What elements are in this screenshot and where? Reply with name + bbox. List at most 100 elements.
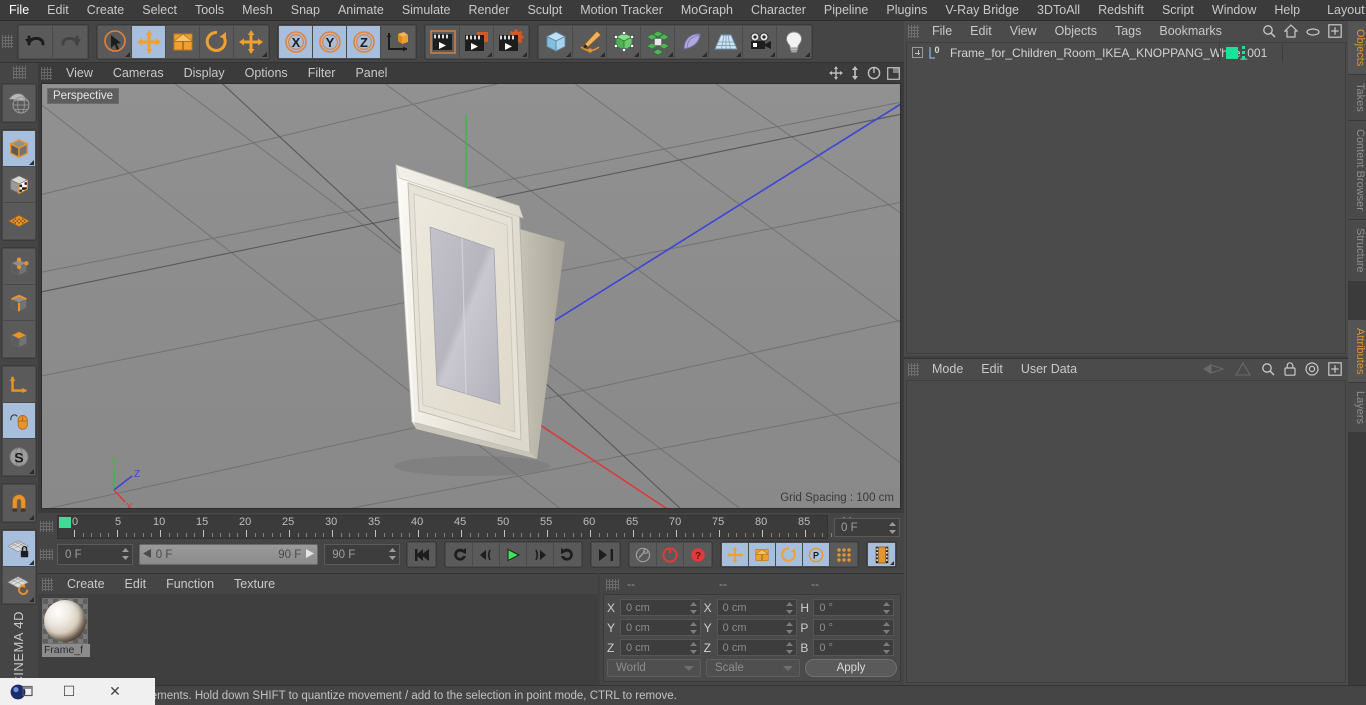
menu-render[interactable]: Render (459, 0, 518, 20)
range-right-arrow-icon[interactable] (305, 548, 315, 561)
vertical-tab-attributes[interactable]: Attributes (1348, 319, 1366, 384)
position-y-input[interactable]: 0 cm (620, 619, 701, 636)
material-list[interactable]: Frame_f (38, 594, 598, 685)
deformers-button[interactable] (641, 25, 675, 58)
plus-box-icon[interactable] (1328, 24, 1342, 41)
spinner-icon[interactable] (389, 548, 396, 560)
go-to-end-button[interactable] (592, 543, 619, 566)
viewport-grip[interactable] (41, 66, 52, 80)
position-keyframe-toggle[interactable] (722, 543, 749, 566)
menu-mesh[interactable]: Mesh (233, 0, 282, 20)
object-menu-view[interactable]: View (1001, 21, 1046, 42)
attribute-manager-grip[interactable] (908, 363, 919, 376)
lock-workplane-button[interactable] (3, 531, 35, 567)
menu-animate[interactable]: Animate (329, 0, 393, 20)
generators-button[interactable] (607, 25, 641, 58)
coordinate-system-select[interactable]: World (607, 659, 701, 677)
rotate-tool[interactable] (200, 25, 234, 58)
spinner-icon[interactable] (689, 602, 697, 614)
vertical-tab-content-browser[interactable]: Content Browser (1348, 121, 1366, 220)
maximize-icon[interactable]: ☐ (46, 678, 92, 705)
menu-redshift[interactable]: Redshift (1089, 0, 1153, 20)
spinner-icon[interactable] (689, 642, 697, 654)
rotation-b-input[interactable]: 0 ° (813, 639, 895, 656)
apply-button[interactable]: Apply (805, 659, 897, 677)
range-left-arrow-icon[interactable] (142, 548, 152, 561)
forward-nav-icon[interactable] (1234, 361, 1252, 380)
c4d-app-icon[interactable] (0, 678, 46, 705)
menu-plugins[interactable]: Plugins (877, 0, 936, 20)
menu-v-ray-bridge[interactable]: V-Ray Bridge (936, 0, 1028, 20)
timeline-current-frame-field[interactable]: 0 F (834, 518, 900, 537)
spinner-icon[interactable] (786, 602, 794, 614)
vertical-tab-takes[interactable]: Takes (1348, 75, 1366, 122)
material-menu-create[interactable]: Create (57, 574, 115, 594)
menu-mograph[interactable]: MoGraph (672, 0, 742, 20)
timeline-grip[interactable] (40, 521, 53, 532)
polygons-mode-button[interactable] (3, 321, 35, 357)
lock-z-axis-button[interactable]: Z (347, 25, 381, 58)
menu-motion-tracker[interactable]: Motion Tracker (571, 0, 672, 20)
search-icon[interactable] (1261, 362, 1275, 379)
object-manager-grip[interactable] (908, 25, 919, 38)
viewport-menu-view[interactable]: View (56, 63, 103, 83)
attribute-menu-edit[interactable]: Edit (972, 359, 1012, 380)
material-menu-texture[interactable]: Texture (224, 574, 285, 594)
edges-mode-button[interactable] (3, 285, 35, 321)
object-tag-column[interactable] (1219, 43, 1282, 62)
environment-button[interactable] (709, 25, 743, 58)
camera-button[interactable] (743, 25, 777, 58)
enable-snap-cursor-button[interactable] (3, 403, 35, 439)
make-editable-button[interactable] (3, 85, 35, 121)
size-x-input[interactable]: 0 cm (716, 599, 798, 616)
pan-icon[interactable] (829, 66, 843, 83)
material-menu-function[interactable]: Function (156, 574, 224, 594)
keyframe-selection-button[interactable]: ? (684, 543, 711, 566)
left-toolbar-grip[interactable] (12, 66, 26, 79)
render-view-button[interactable] (426, 25, 460, 58)
start-frame-field[interactable]: 0 F (57, 544, 133, 565)
planar-workplane-button[interactable] (3, 567, 35, 603)
viewport-menu-options[interactable]: Options (235, 63, 298, 83)
material-menu-edit[interactable]: Edit (115, 574, 157, 594)
go-to-next-key-button[interactable] (554, 543, 581, 566)
lock-x-axis-button[interactable]: X (279, 25, 313, 58)
model-mode-button[interactable] (3, 131, 35, 167)
undo-button[interactable] (19, 25, 53, 58)
toolbar-grip[interactable] (2, 35, 13, 48)
viewport-menu-display[interactable]: Display (174, 63, 235, 83)
scale-keyframe-toggle[interactable] (749, 543, 776, 566)
vertical-tab-layers[interactable]: Layers (1348, 383, 1366, 434)
menu-script[interactable]: Script (1153, 0, 1203, 20)
preview-range-slider[interactable]: 0 F 90 F (138, 544, 319, 565)
menu-3dtoall[interactable]: 3DToAll (1028, 0, 1089, 20)
vertical-tab-objects[interactable]: Objects (1348, 21, 1366, 76)
attribute-content-area[interactable] (906, 380, 1346, 683)
material-manager-grip[interactable] (42, 577, 53, 591)
go-to-previous-key-button[interactable] (446, 543, 473, 566)
viewport-menu-panel[interactable]: Panel (345, 63, 397, 83)
spinner-icon[interactable] (889, 522, 896, 534)
menu-simulate[interactable]: Simulate (393, 0, 460, 20)
s-mode-button[interactable]: S (3, 439, 35, 475)
menu-help[interactable]: Help (1265, 0, 1309, 20)
world-object-coordinate-button[interactable] (381, 25, 415, 58)
live-selection-tool[interactable] (98, 25, 132, 58)
size-mode-select[interactable]: Scale (706, 659, 800, 677)
redo-button[interactable] (53, 25, 87, 58)
render-settings-button[interactable] (494, 25, 528, 58)
menu-edit[interactable]: Edit (38, 0, 78, 20)
menu-snap[interactable]: Snap (282, 0, 329, 20)
menu-select[interactable]: Select (133, 0, 186, 20)
render-to-picture-viewer-button[interactable] (460, 25, 494, 58)
close-icon[interactable]: ✕ (92, 678, 138, 705)
object-menu-objects[interactable]: Objects (1046, 21, 1106, 42)
snap-button[interactable] (3, 485, 35, 521)
viewport-3d-canvas[interactable]: Y Z X Perspective Grid Spacing : 100 cm (41, 83, 901, 509)
menu-window[interactable]: Window (1203, 0, 1265, 20)
point-level-animation-toggle[interactable] (830, 543, 857, 566)
enable-axis-button[interactable] (3, 367, 35, 403)
spinner-icon[interactable] (689, 622, 697, 634)
add-cube-button[interactable] (539, 25, 573, 58)
object-tag-column-empty[interactable] (1282, 43, 1345, 62)
